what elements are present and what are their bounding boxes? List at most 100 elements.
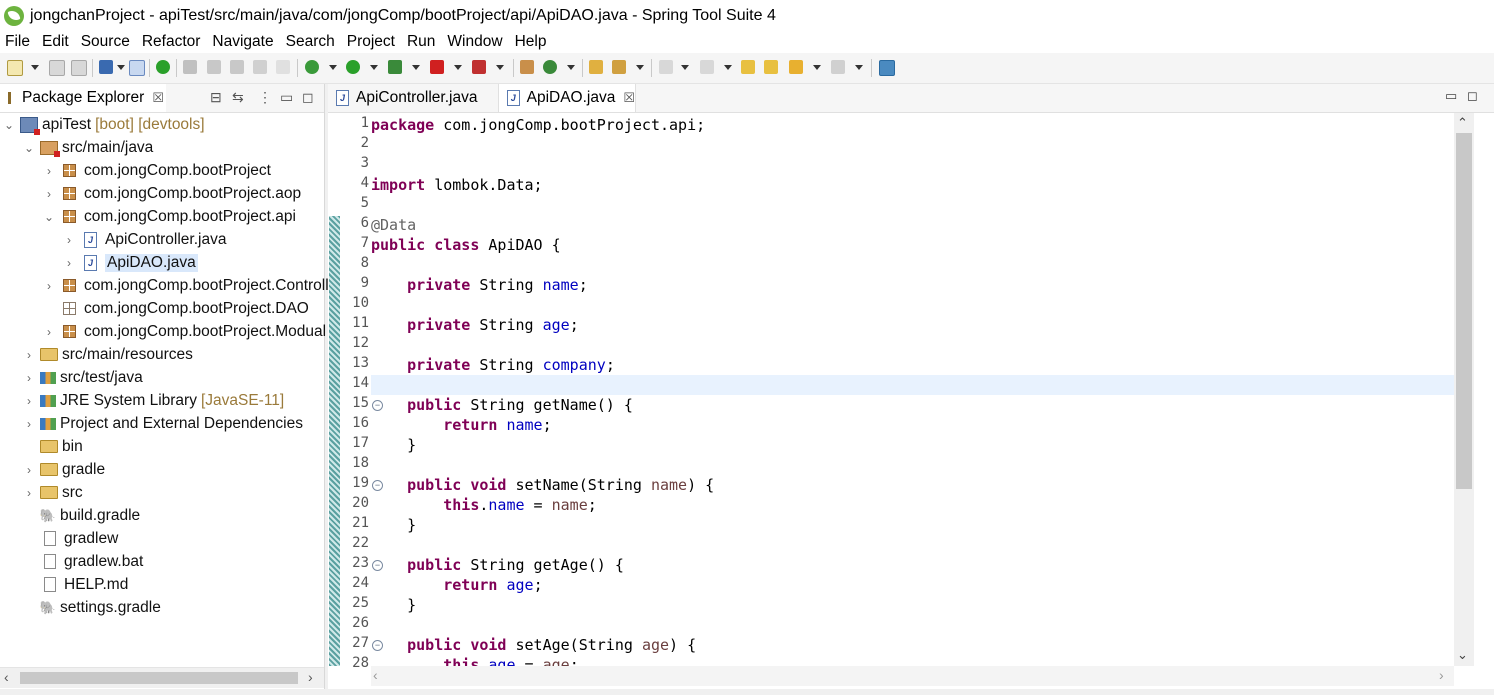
- new-dropdown-arrow-icon[interactable]: [31, 65, 39, 70]
- menu-source[interactable]: Source: [75, 33, 136, 51]
- skip-breakpoints-icon[interactable]: [183, 60, 197, 74]
- code-line[interactable]: public String getAge() {: [371, 555, 1454, 575]
- menu-project[interactable]: Project: [341, 33, 401, 51]
- collapse-all-icon[interactable]: ⊟: [210, 89, 222, 106]
- collapsed-chevron-icon[interactable]: ›: [44, 187, 54, 201]
- forward-dropdown-arrow-icon[interactable]: [855, 65, 863, 70]
- menu-search[interactable]: Search: [280, 33, 341, 51]
- code-line[interactable]: [371, 135, 1454, 155]
- close-icon[interactable]: ☒: [623, 90, 635, 106]
- next-annotation-icon[interactable]: [659, 60, 673, 74]
- back-forward-icon[interactable]: [764, 60, 778, 74]
- tree-item[interactable]: › Project and External Dependencies: [0, 412, 348, 435]
- tree-item[interactable]: › com.jongComp.bootProject.aop: [0, 182, 368, 205]
- tree-item[interactable]: ⌄ apiTest [boot] [devtools]: [0, 113, 328, 136]
- tree-item[interactable]: › src/main/resources: [0, 343, 348, 366]
- tree-item[interactable]: ⌄ src/main/java: [0, 136, 348, 159]
- collapsed-chevron-icon[interactable]: ›: [44, 164, 54, 178]
- tree-item[interactable]: › com.jongComp.bootProject: [0, 159, 368, 182]
- tree-item[interactable]: › src: [0, 481, 348, 504]
- link-with-editor-icon[interactable]: ⇆: [232, 89, 244, 106]
- relaunch-icon[interactable]: [472, 60, 486, 74]
- collapsed-chevron-icon[interactable]: ›: [24, 394, 34, 408]
- new-class-icon[interactable]: [543, 60, 557, 74]
- collapsed-chevron-icon[interactable]: ›: [64, 233, 74, 247]
- maximize-icon[interactable]: ◻: [302, 89, 314, 106]
- code-line[interactable]: }: [371, 435, 1454, 455]
- expanded-chevron-icon[interactable]: ⌄: [44, 210, 54, 224]
- save-icon[interactable]: [49, 60, 65, 76]
- code-line[interactable]: private String company;: [371, 355, 1454, 375]
- save-all-icon[interactable]: [71, 60, 87, 76]
- tree-item[interactable]: gradlew.bat: [0, 550, 348, 573]
- code-line[interactable]: [371, 535, 1454, 555]
- forward-icon[interactable]: [831, 60, 845, 74]
- tree-item[interactable]: gradlew: [0, 527, 348, 550]
- code-line[interactable]: [371, 195, 1454, 215]
- tree-item[interactable]: HELP.md: [0, 573, 348, 596]
- collapsed-chevron-icon[interactable]: ›: [44, 325, 54, 339]
- tree-item[interactable]: ⌄ com.jongComp.bootProject.api: [0, 205, 368, 228]
- boot-dashboard-icon[interactable]: [156, 60, 170, 74]
- scroll-right-icon[interactable]: ›: [1439, 667, 1444, 683]
- tree-item[interactable]: com.jongComp.bootProject.DAO: [0, 297, 368, 320]
- tree-item[interactable]: › JRE System Library [JavaSE-11]: [0, 389, 348, 412]
- code-line[interactable]: @Data: [371, 215, 1454, 235]
- menu-window[interactable]: Window: [441, 33, 508, 51]
- collapsed-chevron-icon[interactable]: ›: [24, 417, 34, 431]
- next-annotation-dropdown-arrow-icon[interactable]: [681, 65, 689, 70]
- horizontal-scrollbar[interactable]: ‹ ›: [0, 667, 324, 688]
- code-line[interactable]: }: [371, 515, 1454, 535]
- menu-help[interactable]: Help: [509, 33, 553, 51]
- code-line[interactable]: return age;: [371, 575, 1454, 595]
- code-line[interactable]: return name;: [371, 415, 1454, 435]
- code-line[interactable]: [371, 155, 1454, 175]
- debug-dropdown-arrow-icon[interactable]: [329, 65, 337, 70]
- back-dropdown-arrow-icon[interactable]: [813, 65, 821, 70]
- edit-icon[interactable]: [207, 60, 221, 74]
- tree-item[interactable]: › com.jongComp.bootProject.Modual: [0, 320, 368, 343]
- back-icon[interactable]: [789, 60, 803, 74]
- code-line[interactable]: this.name = name;: [371, 495, 1454, 515]
- view-menu-icon[interactable]: ⋮: [258, 89, 272, 106]
- code-line[interactable]: public String getName() {: [371, 395, 1454, 415]
- expanded-chevron-icon[interactable]: ⌄: [4, 118, 14, 132]
- tree-item[interactable]: › src/test/java: [0, 366, 348, 389]
- scrollbar-thumb[interactable]: [20, 672, 298, 684]
- toggle-icon[interactable]: [230, 60, 244, 74]
- collapsed-chevron-icon[interactable]: ›: [24, 486, 34, 500]
- menu-refactor[interactable]: Refactor: [136, 33, 207, 51]
- expanded-chevron-icon[interactable]: ⌄: [24, 141, 34, 155]
- code-line[interactable]: private String name;: [371, 275, 1454, 295]
- scroll-right-icon[interactable]: ›: [308, 669, 313, 685]
- scrollbar-thumb[interactable]: [1456, 133, 1472, 489]
- menu-navigate[interactable]: Navigate: [206, 33, 279, 51]
- block-selection-icon[interactable]: [253, 60, 267, 74]
- collapsed-chevron-icon[interactable]: ›: [24, 463, 34, 477]
- previous-annotation-icon[interactable]: [700, 60, 714, 74]
- vertical-scrollbar[interactable]: ⌃ ⌄: [1454, 113, 1474, 666]
- code-line[interactable]: [371, 375, 1454, 395]
- tree-item[interactable]: › gradle: [0, 458, 348, 481]
- new-class-dropdown-arrow-icon[interactable]: [567, 65, 575, 70]
- whitespace-icon[interactable]: [276, 60, 290, 74]
- annotation-dropdown-arrow-icon[interactable]: [636, 65, 644, 70]
- coverage-icon[interactable]: [388, 60, 402, 74]
- collapsed-chevron-icon[interactable]: ›: [64, 256, 74, 270]
- relaunch-dropdown-arrow-icon[interactable]: [496, 65, 504, 70]
- tab-apidao-java[interactable]: J ApiDAO.java ☒: [498, 84, 636, 112]
- previous-annotation-dropdown-arrow-icon[interactable]: [724, 65, 732, 70]
- tree-item[interactable]: 🐘 settings.gradle: [0, 596, 348, 619]
- collapsed-chevron-icon[interactable]: ›: [44, 279, 54, 293]
- terminal-dropdown-arrow-icon[interactable]: [117, 65, 125, 70]
- menu-run[interactable]: Run: [401, 33, 441, 51]
- code-line[interactable]: import lombok.Data;: [371, 175, 1454, 195]
- run-icon[interactable]: [346, 60, 360, 74]
- code-line[interactable]: [371, 295, 1454, 315]
- scroll-left-icon[interactable]: ‹: [373, 667, 378, 683]
- code-line[interactable]: public void setName(String name) {: [371, 475, 1454, 495]
- open-type-icon[interactable]: [129, 60, 145, 76]
- debug-icon[interactable]: [305, 60, 319, 74]
- close-icon[interactable]: ☒: [152, 90, 164, 106]
- open-perspective-icon[interactable]: [879, 60, 895, 76]
